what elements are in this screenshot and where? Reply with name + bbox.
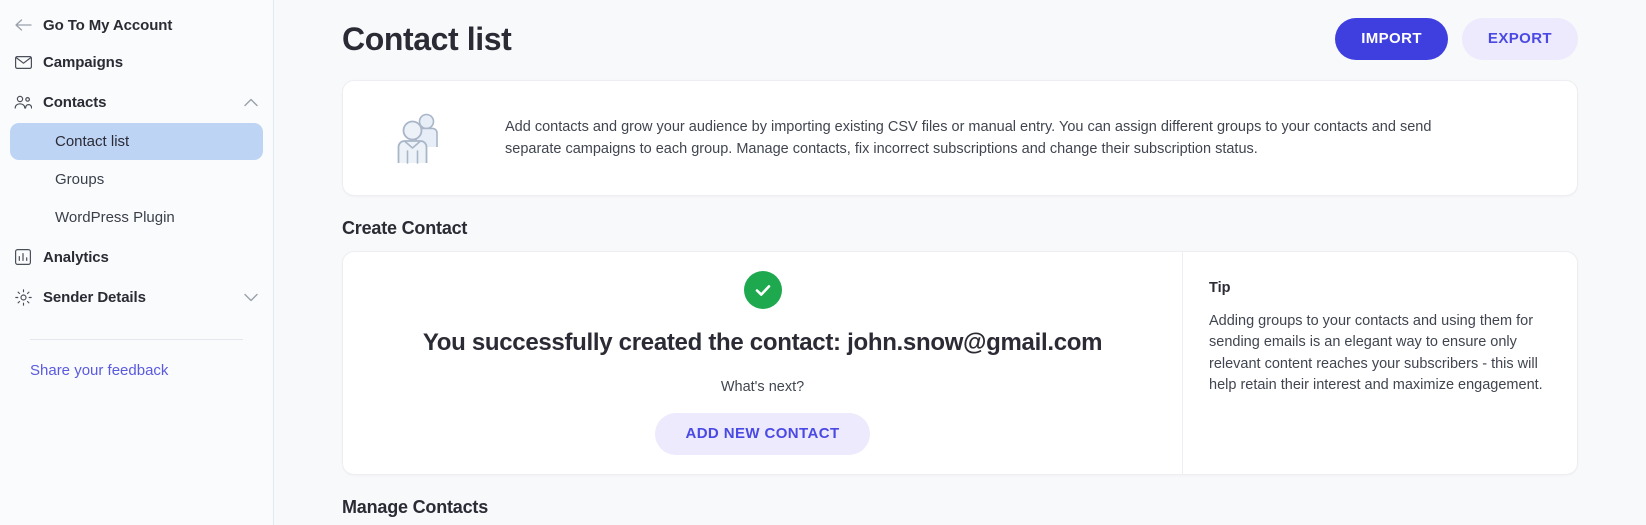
check-circle-icon bbox=[743, 271, 782, 309]
analytics-icon bbox=[14, 248, 32, 266]
tip-body: Adding groups to your contacts and using… bbox=[1209, 312, 1543, 394]
sidebar-label-contact-list: Contact list bbox=[55, 133, 130, 150]
sidebar: Go To My Account Campaigns Contacts Cont… bbox=[0, 0, 274, 525]
sidebar-label-campaigns: Campaigns bbox=[43, 53, 123, 71]
tip-pane: Tip Adding groups to your contacts and u… bbox=[1183, 252, 1577, 474]
info-banner-card: Add contacts and grow your audience by i… bbox=[342, 80, 1578, 196]
share-feedback-link[interactable]: Share your feedback bbox=[0, 340, 273, 379]
import-button[interactable]: IMPORT bbox=[1335, 18, 1448, 60]
export-button[interactable]: EXPORT bbox=[1461, 18, 1578, 60]
sidebar-item-analytics[interactable]: Analytics bbox=[0, 237, 273, 277]
header-actions: IMPORT EXPORT bbox=[1335, 18, 1578, 60]
page-header: Contact list IMPORT EXPORT bbox=[342, 0, 1578, 62]
page-title: Contact list bbox=[342, 20, 512, 57]
create-contact-heading: Create Contact bbox=[342, 218, 468, 238]
create-contact-card: You successfully created the contact: jo… bbox=[342, 251, 1578, 475]
main-content: Contact list IMPORT EXPORT Add contacts … bbox=[274, 0, 1646, 525]
sidebar-item-contacts[interactable]: Contacts bbox=[0, 82, 273, 122]
success-pane: You successfully created the contact: jo… bbox=[343, 252, 1183, 474]
info-banner-text: Add contacts and grow your audience by i… bbox=[505, 119, 1432, 157]
contacts-icon bbox=[14, 93, 32, 111]
sidebar-item-contact-list[interactable]: Contact list bbox=[10, 123, 263, 160]
envelope-icon bbox=[14, 53, 32, 71]
sidebar-back-to-account[interactable]: Go To My Account bbox=[0, 8, 273, 42]
sidebar-item-sender-details[interactable]: Sender Details bbox=[0, 277, 273, 317]
gear-icon bbox=[14, 288, 32, 306]
sidebar-item-campaigns[interactable]: Campaigns bbox=[0, 42, 273, 82]
sidebar-item-groups[interactable]: Groups bbox=[10, 161, 263, 198]
sidebar-label-sender-details: Sender Details bbox=[43, 288, 146, 306]
whats-next-label: What's next? bbox=[720, 379, 805, 395]
sidebar-item-wordpress-plugin[interactable]: WordPress Plugin bbox=[10, 199, 263, 236]
sidebar-label-groups: Groups bbox=[55, 171, 105, 188]
tip-title: Tip bbox=[1209, 280, 1231, 296]
app-root: Go To My Account Campaigns Contacts Cont… bbox=[0, 0, 1646, 525]
success-headline: You successfully created the contact: jo… bbox=[422, 329, 1103, 356]
two-people-icon bbox=[391, 107, 453, 169]
add-new-contact-button[interactable]: ADD NEW CONTACT bbox=[655, 413, 870, 455]
manage-contacts-heading: Manage Contacts bbox=[342, 497, 489, 517]
chevron-down-icon[interactable] bbox=[243, 289, 259, 305]
sidebar-label-wordpress-plugin: WordPress Plugin bbox=[55, 209, 175, 226]
arrow-left-icon bbox=[14, 16, 32, 34]
sidebar-back-label: Go To My Account bbox=[43, 16, 173, 34]
chevron-up-icon[interactable] bbox=[243, 94, 259, 110]
sidebar-label-contacts: Contacts bbox=[43, 93, 107, 111]
sidebar-label-analytics: Analytics bbox=[43, 248, 109, 266]
